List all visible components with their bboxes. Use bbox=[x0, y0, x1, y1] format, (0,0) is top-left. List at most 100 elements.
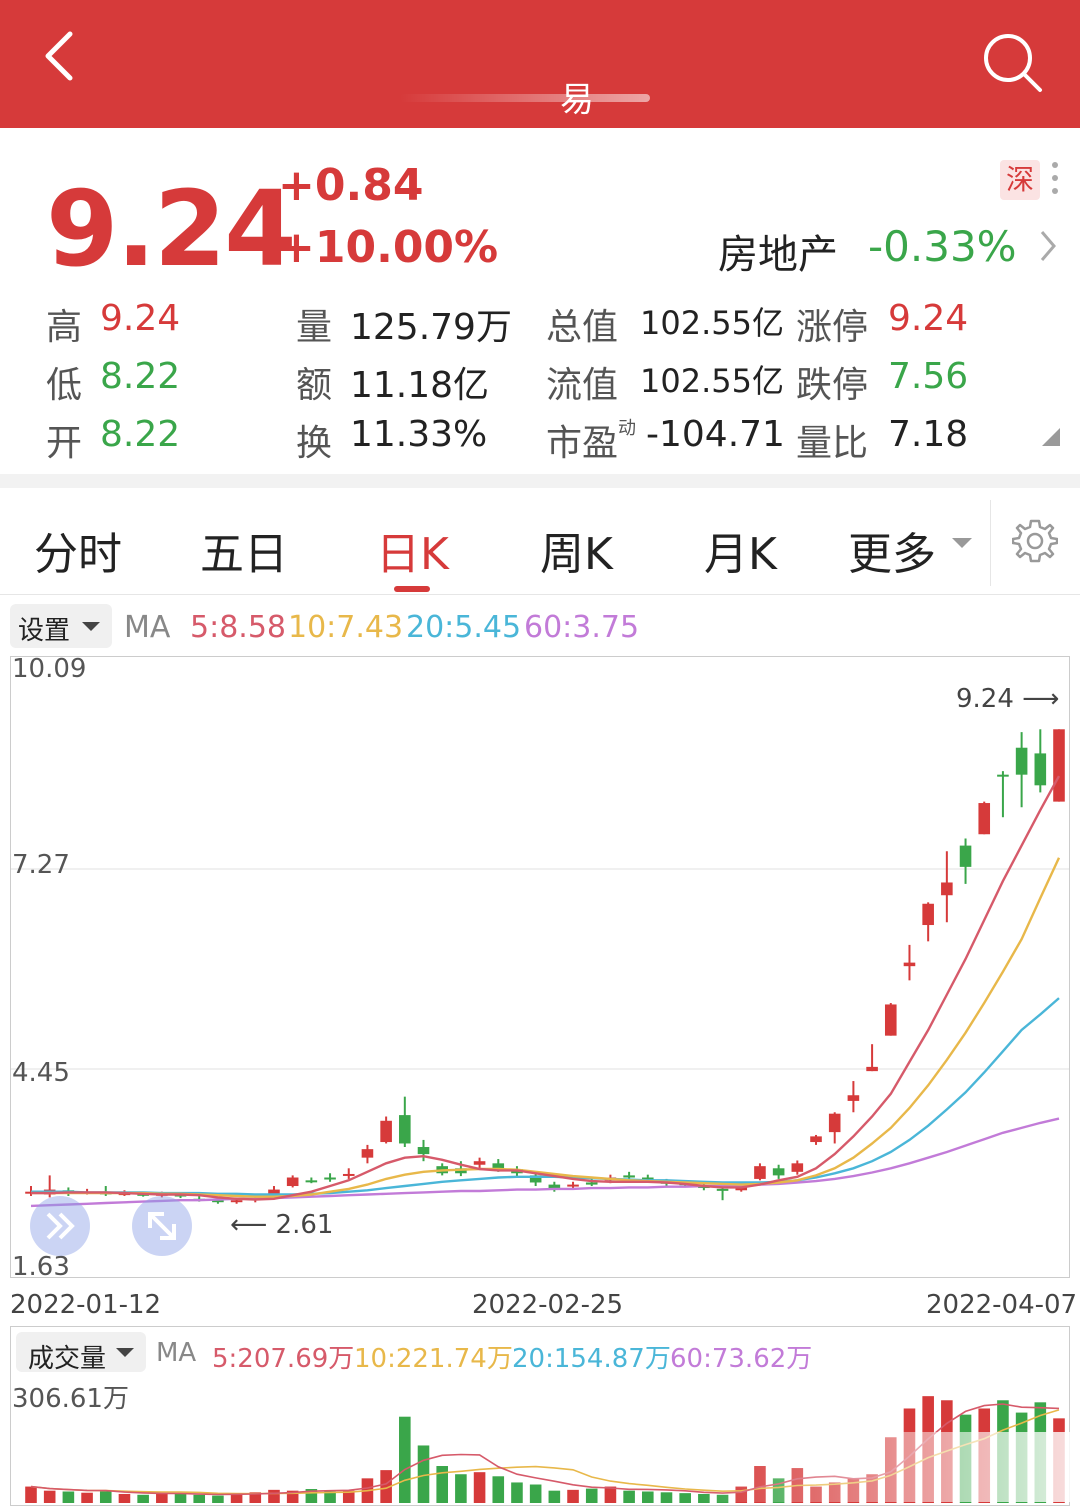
candle-body bbox=[847, 1095, 860, 1101]
arrow-right-icon: ⟶ bbox=[1022, 684, 1060, 714]
current-price: 9.24 bbox=[46, 168, 297, 290]
date-end: 2022-04-07 bbox=[926, 1290, 1078, 1320]
caret-down-icon bbox=[116, 1348, 134, 1357]
candle-body bbox=[1053, 729, 1065, 802]
period-tabs: 分时 五日 日K 周K 月K 更多 bbox=[0, 490, 1080, 595]
candle-body bbox=[903, 962, 916, 967]
section-divider bbox=[0, 474, 1080, 488]
tab-more[interactable]: 更多 bbox=[848, 518, 936, 582]
active-tab-indicator bbox=[394, 586, 430, 592]
top-bar: 易 bbox=[0, 0, 1080, 128]
tab-weekly-k[interactable]: 周K bbox=[540, 518, 613, 582]
vol-ma5-value: 5:207.69万 bbox=[212, 1344, 355, 1374]
stat-limit-up: 9.24 bbox=[888, 298, 969, 339]
volume-bar bbox=[492, 1476, 505, 1503]
page-title: 易 bbox=[560, 80, 594, 120]
arrow-left-icon: ⟵ bbox=[230, 1210, 268, 1240]
tab-monthly-k[interactable]: 月K bbox=[704, 518, 777, 582]
kline-chart[interactable] bbox=[10, 656, 1070, 1278]
candle-body bbox=[230, 1200, 243, 1203]
volume-bar bbox=[436, 1466, 448, 1503]
candle-body bbox=[866, 1066, 878, 1072]
volume-bar bbox=[62, 1491, 75, 1503]
high-marker: 9.24 ⟶ bbox=[956, 684, 1059, 714]
tab-daily-k[interactable]: 日K bbox=[376, 518, 449, 582]
candle-body bbox=[941, 882, 953, 896]
candle-body bbox=[1015, 747, 1028, 775]
volume-bar bbox=[43, 1490, 56, 1503]
candle-body bbox=[810, 1136, 822, 1143]
candle-body bbox=[1034, 753, 1047, 786]
stat-limit-up-label: 涨停 bbox=[796, 307, 869, 348]
candle-body bbox=[716, 1188, 729, 1191]
candle-body bbox=[959, 845, 972, 867]
stat-open: 8.22 bbox=[100, 414, 181, 455]
fullscreen-icon[interactable] bbox=[132, 1196, 192, 1256]
low-marker: ⟵ 2.61 bbox=[230, 1210, 333, 1240]
stat-amount-label: 额 bbox=[296, 365, 333, 406]
candle-body bbox=[978, 803, 991, 835]
date-mid: 2022-02-25 bbox=[472, 1290, 624, 1320]
dropdown-caret-icon[interactable] bbox=[952, 538, 972, 548]
ma5-line bbox=[31, 775, 1061, 1201]
candle-body bbox=[791, 1163, 804, 1172]
sector-name[interactable]: 房地产 bbox=[718, 222, 838, 280]
candle-body bbox=[922, 903, 934, 926]
stat-high: 9.24 bbox=[100, 298, 181, 339]
candle-body bbox=[623, 1175, 635, 1178]
stat-vol-ratio-label: 量比 bbox=[796, 423, 869, 464]
stat-amount: 11.18亿 bbox=[350, 365, 490, 406]
stat-mcap-label: 总值 bbox=[546, 307, 619, 348]
ma5-value: 5:8.58 bbox=[190, 610, 286, 645]
volume-bar bbox=[399, 1416, 411, 1503]
volume-indicator-dropdown[interactable]: 成交量 bbox=[16, 1332, 146, 1374]
kline-svg bbox=[11, 729, 1069, 1208]
candle-body bbox=[399, 1115, 411, 1144]
volume-bar bbox=[642, 1491, 654, 1503]
volume-bar bbox=[585, 1488, 598, 1503]
volume-bar bbox=[567, 1489, 579, 1503]
stat-float: 102.55亿 bbox=[640, 362, 784, 400]
more-dots-icon[interactable] bbox=[1052, 162, 1060, 201]
ma20-value: 20:5.45 bbox=[406, 610, 522, 645]
stat-limit-down-label: 跌停 bbox=[796, 365, 869, 406]
candle-body bbox=[884, 1004, 897, 1036]
volume-bar bbox=[25, 1486, 37, 1503]
stat-limit-down: 7.56 bbox=[888, 356, 969, 397]
y-tick-max: 10.09 bbox=[12, 654, 87, 684]
tab-five-day[interactable]: 五日 bbox=[200, 518, 288, 582]
chevron-left-icon[interactable] bbox=[36, 26, 96, 86]
volume-bar bbox=[81, 1492, 93, 1503]
candle-body bbox=[342, 1173, 355, 1176]
y-tick-3: 4.45 bbox=[12, 1058, 70, 1088]
settings-dropdown[interactable]: 设置 bbox=[10, 604, 112, 648]
stat-low: 8.22 bbox=[100, 356, 181, 397]
stat-pe-label: 市盈动 bbox=[546, 414, 636, 466]
sector-change[interactable]: -0.33% bbox=[868, 222, 1017, 271]
candle-body bbox=[380, 1120, 392, 1143]
stat-pe-label-text: 市盈 bbox=[546, 423, 619, 464]
stat-volume-label: 量 bbox=[296, 307, 333, 348]
candle-body bbox=[473, 1161, 486, 1165]
volume-bar bbox=[473, 1472, 486, 1503]
search-icon[interactable] bbox=[980, 30, 1046, 96]
gear-icon[interactable] bbox=[1012, 518, 1058, 564]
tab-separator bbox=[990, 500, 991, 586]
price-change: +0.84 bbox=[278, 160, 424, 211]
chevron-right-icon[interactable] bbox=[1036, 226, 1060, 266]
fast-forward-icon[interactable] bbox=[30, 1196, 90, 1256]
vol-ma-label: MA bbox=[156, 1338, 197, 1368]
volume-max-label: 306.61万 bbox=[12, 1384, 129, 1414]
volume-bar bbox=[511, 1482, 523, 1503]
volume-bar bbox=[99, 1491, 112, 1503]
vol-ma10-value: 10:221.74万 bbox=[354, 1344, 513, 1374]
vol-ma60-value: 60:73.62万 bbox=[670, 1344, 813, 1374]
exchange-badge: 深 bbox=[1000, 160, 1040, 200]
y-tick-min: 1.63 bbox=[12, 1252, 70, 1282]
expand-corner-icon[interactable] bbox=[1042, 428, 1060, 446]
stat-turnover-label: 换 bbox=[296, 423, 333, 464]
candle-body bbox=[305, 1180, 318, 1183]
volume-bar bbox=[529, 1484, 542, 1503]
candle-body bbox=[754, 1166, 766, 1179]
tab-intraday[interactable]: 分时 bbox=[34, 518, 122, 582]
